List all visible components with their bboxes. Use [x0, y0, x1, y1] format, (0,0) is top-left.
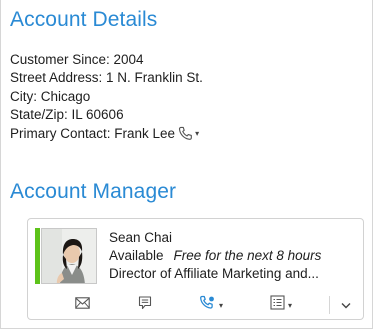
- card-dropdown-caret[interactable]: ▾: [288, 301, 292, 310]
- customer-since: Customer Since: 2004: [10, 52, 144, 67]
- call-button[interactable]: ▾: [191, 294, 231, 316]
- presence-indicator: [35, 228, 40, 284]
- contact-actions-bar: ▾ ▾: [28, 292, 363, 318]
- contact-card-button[interactable]: ▾: [261, 294, 301, 316]
- send-im-button[interactable]: [134, 294, 156, 316]
- call-icon: [199, 295, 216, 315]
- send-email-button[interactable]: [71, 294, 93, 316]
- chevron-down-icon: [341, 296, 351, 314]
- street-address: Street Address: 1 N. Franklin St.: [10, 70, 203, 86]
- actions-divider: [329, 296, 330, 314]
- call-dropdown-caret[interactable]: ▾: [219, 301, 223, 310]
- envelope-icon: [74, 296, 90, 314]
- chat-icon: [138, 295, 152, 315]
- account-details-list: Customer Since: 2004 Street Address: 1 N…: [10, 51, 203, 143]
- presence-status: Available Free for the next 8 hours: [109, 248, 321, 263]
- contact-card[interactable]: Sean Chai Available Free for the next 8 h…: [27, 218, 364, 320]
- contact-panel: Account Details Customer Since: 2004 Str…: [0, 0, 373, 329]
- account-details-heading: Account Details: [10, 8, 158, 31]
- primary-contact-row: Primary Contact: Frank Lee ▾: [10, 125, 203, 143]
- manager-name[interactable]: Sean Chai: [109, 230, 172, 245]
- availability-note: Free for the next 8 hours: [173, 248, 322, 263]
- manager-job-title: Director of Affiliate Marketing and...: [109, 266, 319, 281]
- primary-contact: Primary Contact: Frank Lee: [10, 125, 176, 141]
- avatar[interactable]: [41, 228, 97, 284]
- account-manager-heading: Account Manager: [10, 180, 177, 203]
- phone-icon[interactable]: [178, 126, 193, 146]
- contact-card-icon: [270, 295, 285, 315]
- state-zip: State/Zip: IL 60606: [10, 107, 124, 123]
- presence-label: Available: [109, 248, 164, 263]
- expand-card-button[interactable]: [336, 294, 356, 316]
- city: City: Chicago: [10, 88, 91, 104]
- contact-dropdown-caret[interactable]: ▾: [195, 125, 199, 143]
